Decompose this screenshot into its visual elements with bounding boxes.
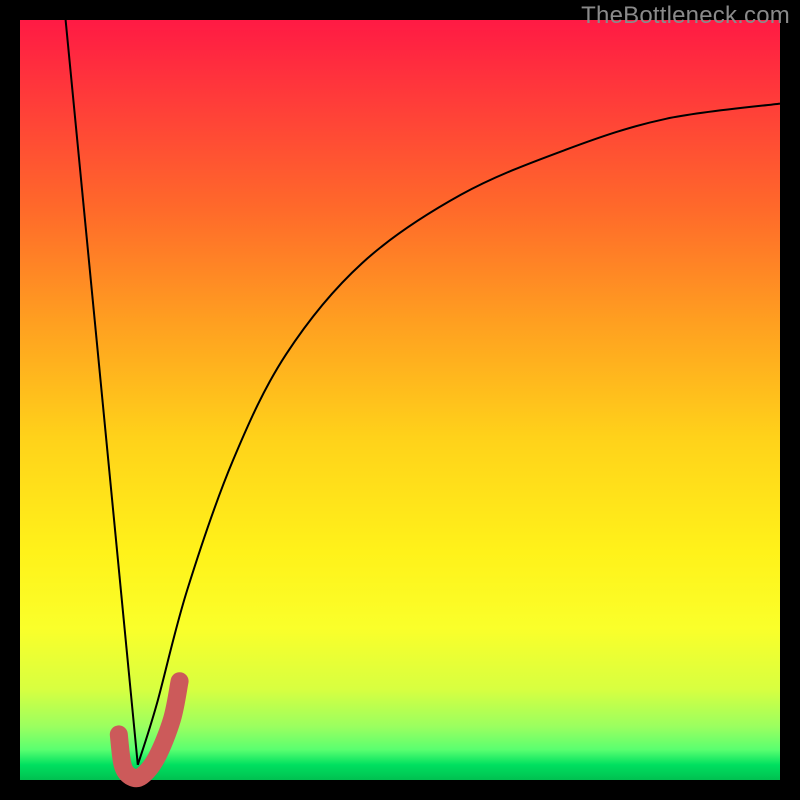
- plot-area: [20, 20, 780, 780]
- curve-right-branch: [138, 104, 780, 765]
- curve-layer: [20, 20, 780, 780]
- chart-frame: TheBottleneck.com: [0, 0, 800, 800]
- curve-left-branch: [66, 20, 138, 765]
- watermark-text: TheBottleneck.com: [581, 2, 790, 30]
